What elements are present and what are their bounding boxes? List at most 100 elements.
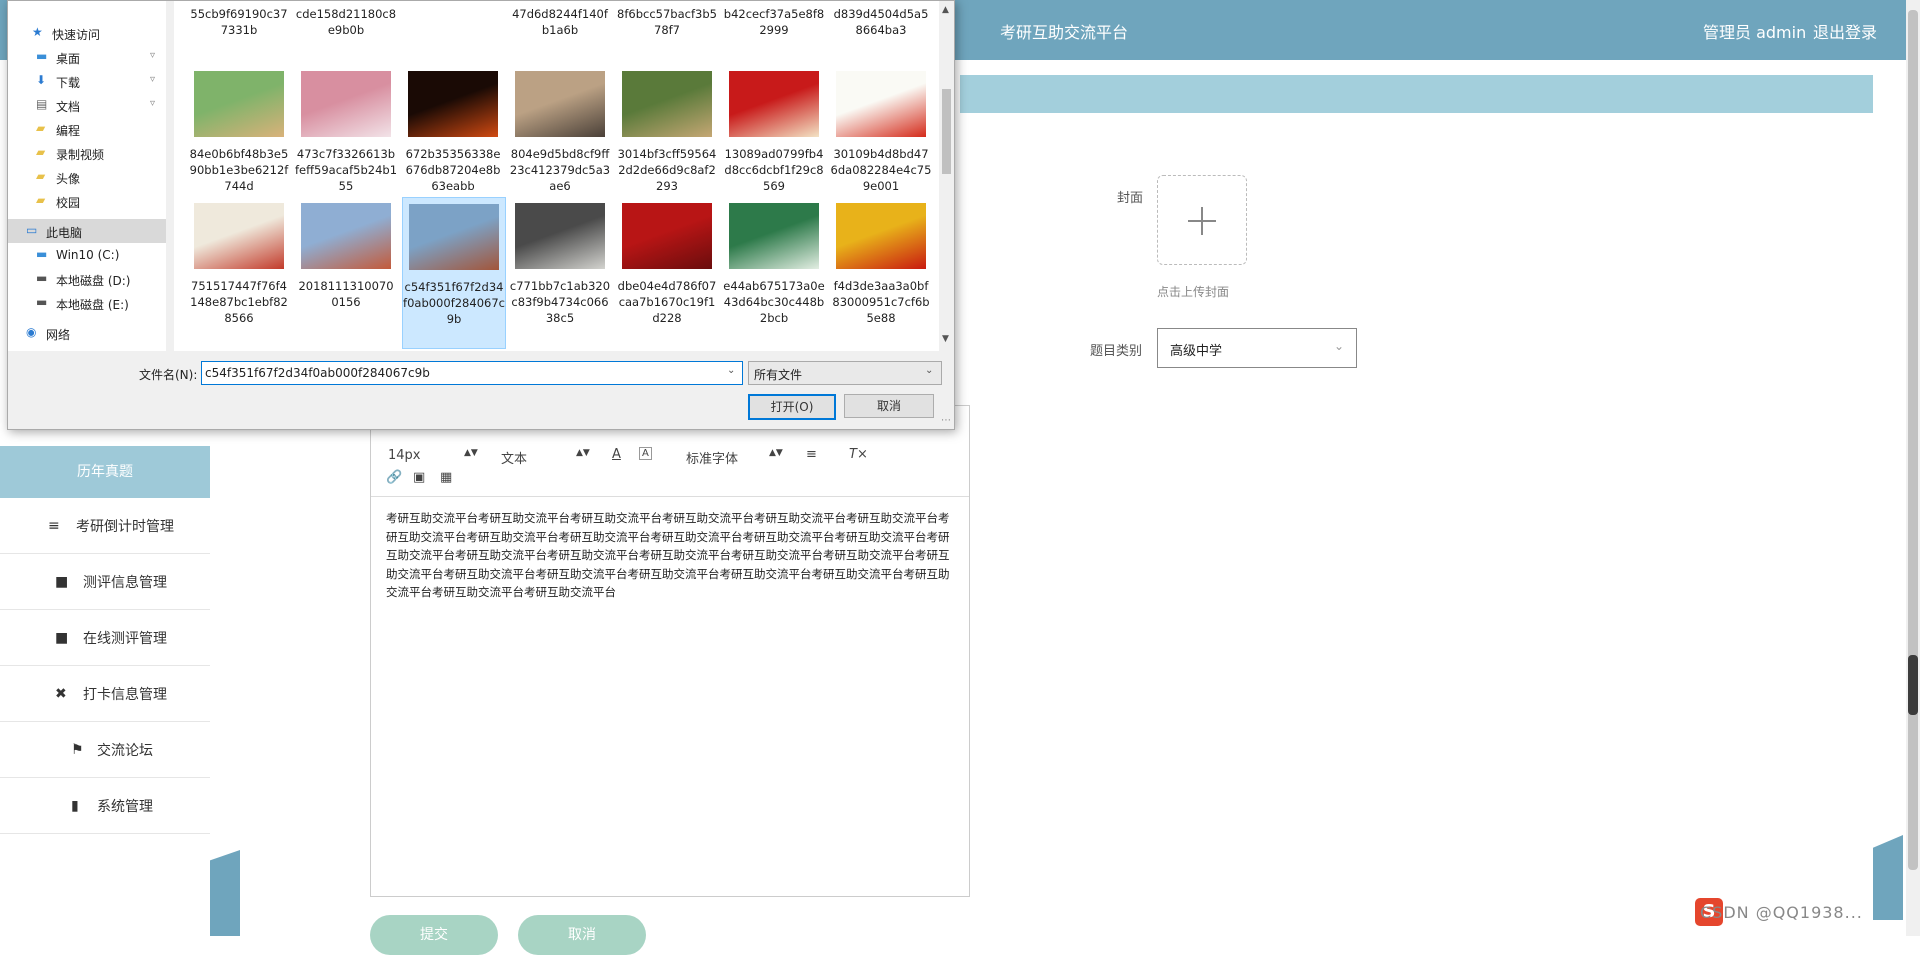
file-tile[interactable]: 84e0b6bf48b3e590bb1e3be6212f744d <box>188 65 290 215</box>
background-color-icon[interactable]: A <box>639 447 652 460</box>
sidebar-item-label: 打卡信息管理 <box>83 687 167 703</box>
font-family-select[interactable]: 标准字体 <box>686 448 738 467</box>
cover-upload-button[interactable] <box>1157 175 1247 265</box>
file-name: 804e9d5bd8cf9ff23c412379dc5a3ae6 <box>509 147 611 193</box>
nav-item[interactable]: ▬ 本地磁盘 (E:) <box>8 291 166 315</box>
side-handle[interactable] <box>1908 655 1918 715</box>
file-tile[interactable]: 55cb9f69190c377331b <box>188 1 290 75</box>
folder-icon: ▰ <box>36 193 46 207</box>
nav-item[interactable]: ★ 快速访问 <box>8 21 166 45</box>
file-tile[interactable]: f4d3de3aa3a0bf83000951c7cf6b5e88 <box>830 197 932 347</box>
pin-icon: ▿ <box>150 74 156 85</box>
file-name: 13089ad0799fb4d8cc6dcbf1f29c8569 <box>724 147 824 193</box>
watermark: CSDN @QQ1938... <box>1700 903 1863 922</box>
file-tile[interactable]: 30109b4d8bd476da082284e4c759e001 <box>830 65 932 215</box>
logout-link[interactable]: 退出登录 <box>1813 19 1877 43</box>
page-scrollbar[interactable] <box>1906 0 1920 936</box>
drive-icon: ▬ <box>36 49 48 63</box>
resize-grip-icon[interactable]: ⋯ <box>941 415 951 426</box>
file-tile[interactable]: b42cecf37a5e8f82999 <box>723 1 825 75</box>
nav-item[interactable]: ▭ 此电脑 <box>8 219 166 243</box>
file-tile[interactable]: 8f6bcc57bacf3b578f7 <box>616 1 718 75</box>
file-tile[interactable]: 804e9d5bd8cf9ff23c412379dc5a3ae6 <box>509 65 611 215</box>
filetype-select[interactable]: 所有文件 ⌄ <box>748 361 942 385</box>
sidebar-item-label: 系统管理 <box>97 799 153 815</box>
clear-format-icon[interactable]: T× <box>849 447 868 462</box>
sidebar-item-label: 交流论坛 <box>97 743 153 759</box>
open-button[interactable]: 打开(O) <box>748 394 836 420</box>
cancel-button[interactable]: 取消 <box>518 915 646 955</box>
page-scrollbar-thumb[interactable] <box>1908 10 1918 870</box>
file-tile[interactable]: 672b35356338e676db87204e8b63eabb <box>402 65 504 215</box>
scroll-up-icon[interactable]: ▲ <box>942 5 949 15</box>
nav-item[interactable]: ▬ 桌面 ▿ <box>8 45 166 69</box>
sidebar-item-online-evaluation[interactable]: ■ 在线测评管理 <box>0 610 210 666</box>
file-tile[interactable]: 473c7f3326613bfeff59acaf5b24b155 <box>295 65 397 215</box>
link-icon[interactable]: 🔗 <box>386 470 402 485</box>
nav-item[interactable]: ▰ 头像 <box>8 165 166 189</box>
dialog-cancel-button[interactable]: 取消 <box>844 394 934 418</box>
image-icon[interactable]: ▣ <box>413 470 425 485</box>
file-tile[interactable]: cde158d21180c8e9b0b <box>295 1 397 75</box>
grid-icon: ■ <box>55 574 69 590</box>
nav-item-label: 网络 <box>46 328 71 342</box>
sidebar-item-label: 在线测评管理 <box>83 631 167 647</box>
pin-icon: ▿ <box>150 98 156 109</box>
scroll-down-icon[interactable]: ▼ <box>942 334 949 344</box>
folder-icon: ▰ <box>36 121 46 135</box>
nav-item-label: 本地磁盘 (D:) <box>56 274 131 288</box>
video-icon[interactable]: ▦ <box>440 470 452 485</box>
filetype-value: 所有文件 <box>754 368 803 382</box>
file-list-scrollbar[interactable]: ▲ ▼ <box>939 1 954 351</box>
nav-item[interactable]: ▰ 校园 <box>8 189 166 213</box>
file-name: cde158d21180c8e9b0b <box>295 7 397 37</box>
align-icon[interactable]: ≡ <box>806 447 817 462</box>
file-tile[interactable]: e44ab675173a0e43d64bc30c448b2bcb <box>723 197 825 347</box>
sidebar-item-checkin[interactable]: ✖ 打卡信息管理 <box>0 666 210 722</box>
file-tile[interactable]: 20181113100700156 <box>295 197 397 347</box>
file-tile[interactable]: c771bb7c1ab320c83f9b4734c06638c5 <box>509 197 611 347</box>
file-tile[interactable]: 3014bf3cff595642d2de66d9c8af2293 <box>616 65 718 215</box>
decoration <box>210 850 240 936</box>
sidebar-item-system[interactable]: ▮ 系统管理 <box>0 778 210 834</box>
file-name: 751517447f76f4148e87bc1ebf828566 <box>190 279 288 325</box>
file-name: 30109b4d8bd476da082284e4c759e001 <box>830 147 932 193</box>
grid-icon: ■ <box>55 630 69 646</box>
file-name: 3014bf3cff595642d2de66d9c8af2293 <box>617 147 717 193</box>
sidebar-item-forum[interactable]: ⚑ 交流论坛 <box>0 722 210 778</box>
chevron-down-icon[interactable]: ⌄ <box>727 365 735 376</box>
file-tile[interactable]: c54f351f67f2d34f0ab000f284067c9b <box>402 197 506 349</box>
image-thumbnail <box>408 71 498 137</box>
font-color-icon[interactable]: A <box>612 447 621 462</box>
font-size-select[interactable]: 14px <box>388 448 421 463</box>
category-select[interactable]: 高级中学 ⌄ <box>1157 328 1357 368</box>
file-tile[interactable]: 47d6d8244f140fb1a6b <box>509 1 611 75</box>
nav-item[interactable]: ▬ 本地磁盘 (D:) <box>8 267 166 291</box>
file-list-scrollbar-thumb[interactable] <box>942 89 951 174</box>
file-name: b42cecf37a5e8f82999 <box>723 7 825 37</box>
file-tile[interactable]: 751517447f76f4148e87bc1ebf828566 <box>188 197 290 347</box>
image-thumbnail <box>194 203 284 269</box>
editor-content[interactable]: 考研互助交流平台考研互助交流平台考研互助交流平台考研互助交流平台考研互助交流平台… <box>386 509 954 602</box>
nav-item[interactable]: ▰ 录制视频 <box>8 141 166 165</box>
nav-item[interactable]: ▰ 编程 <box>8 117 166 141</box>
nav-item-label: 下载 <box>56 76 81 90</box>
file-tile[interactable]: dbe04e4d786f07caa7b1670c19f1d228 <box>616 197 718 347</box>
sidebar-item-countdown[interactable]: ≡ 考研倒计时管理 <box>0 498 210 554</box>
file-tile[interactable]: d839d4504d5a58664ba3 <box>830 1 932 75</box>
plus-icon <box>1201 207 1203 235</box>
nav-item[interactable]: ⬇ 下载 ▿ <box>8 69 166 93</box>
nav-item[interactable]: ▬ Win10 (C:) <box>8 243 166 267</box>
submit-button[interactable]: 提交 <box>370 915 498 955</box>
nav-item[interactable]: ▤ 文档 ▿ <box>8 93 166 117</box>
sidebar-item-evaluation-info[interactable]: ■ 测评信息管理 <box>0 554 210 610</box>
sidebar-item-active[interactable]: 历年真题 <box>0 446 210 498</box>
filename-input[interactable]: c54f351f67f2d34f0ab000f284067c9b ⌄ <box>201 361 743 385</box>
file-tile[interactable]: 13089ad0799fb4d8cc6dcbf1f29c8569 <box>723 65 825 215</box>
text-type-select[interactable]: 文本 <box>501 448 527 467</box>
file-name: 473c7f3326613bfeff59acaf5b24b155 <box>295 147 398 193</box>
file-name: f4d3de3aa3a0bf83000951c7cf6b5e88 <box>832 279 930 325</box>
file-name: 55cb9f69190c377331b <box>190 7 288 37</box>
image-thumbnail <box>836 71 926 137</box>
nav-item[interactable]: ◉ 网络 <box>8 321 166 345</box>
